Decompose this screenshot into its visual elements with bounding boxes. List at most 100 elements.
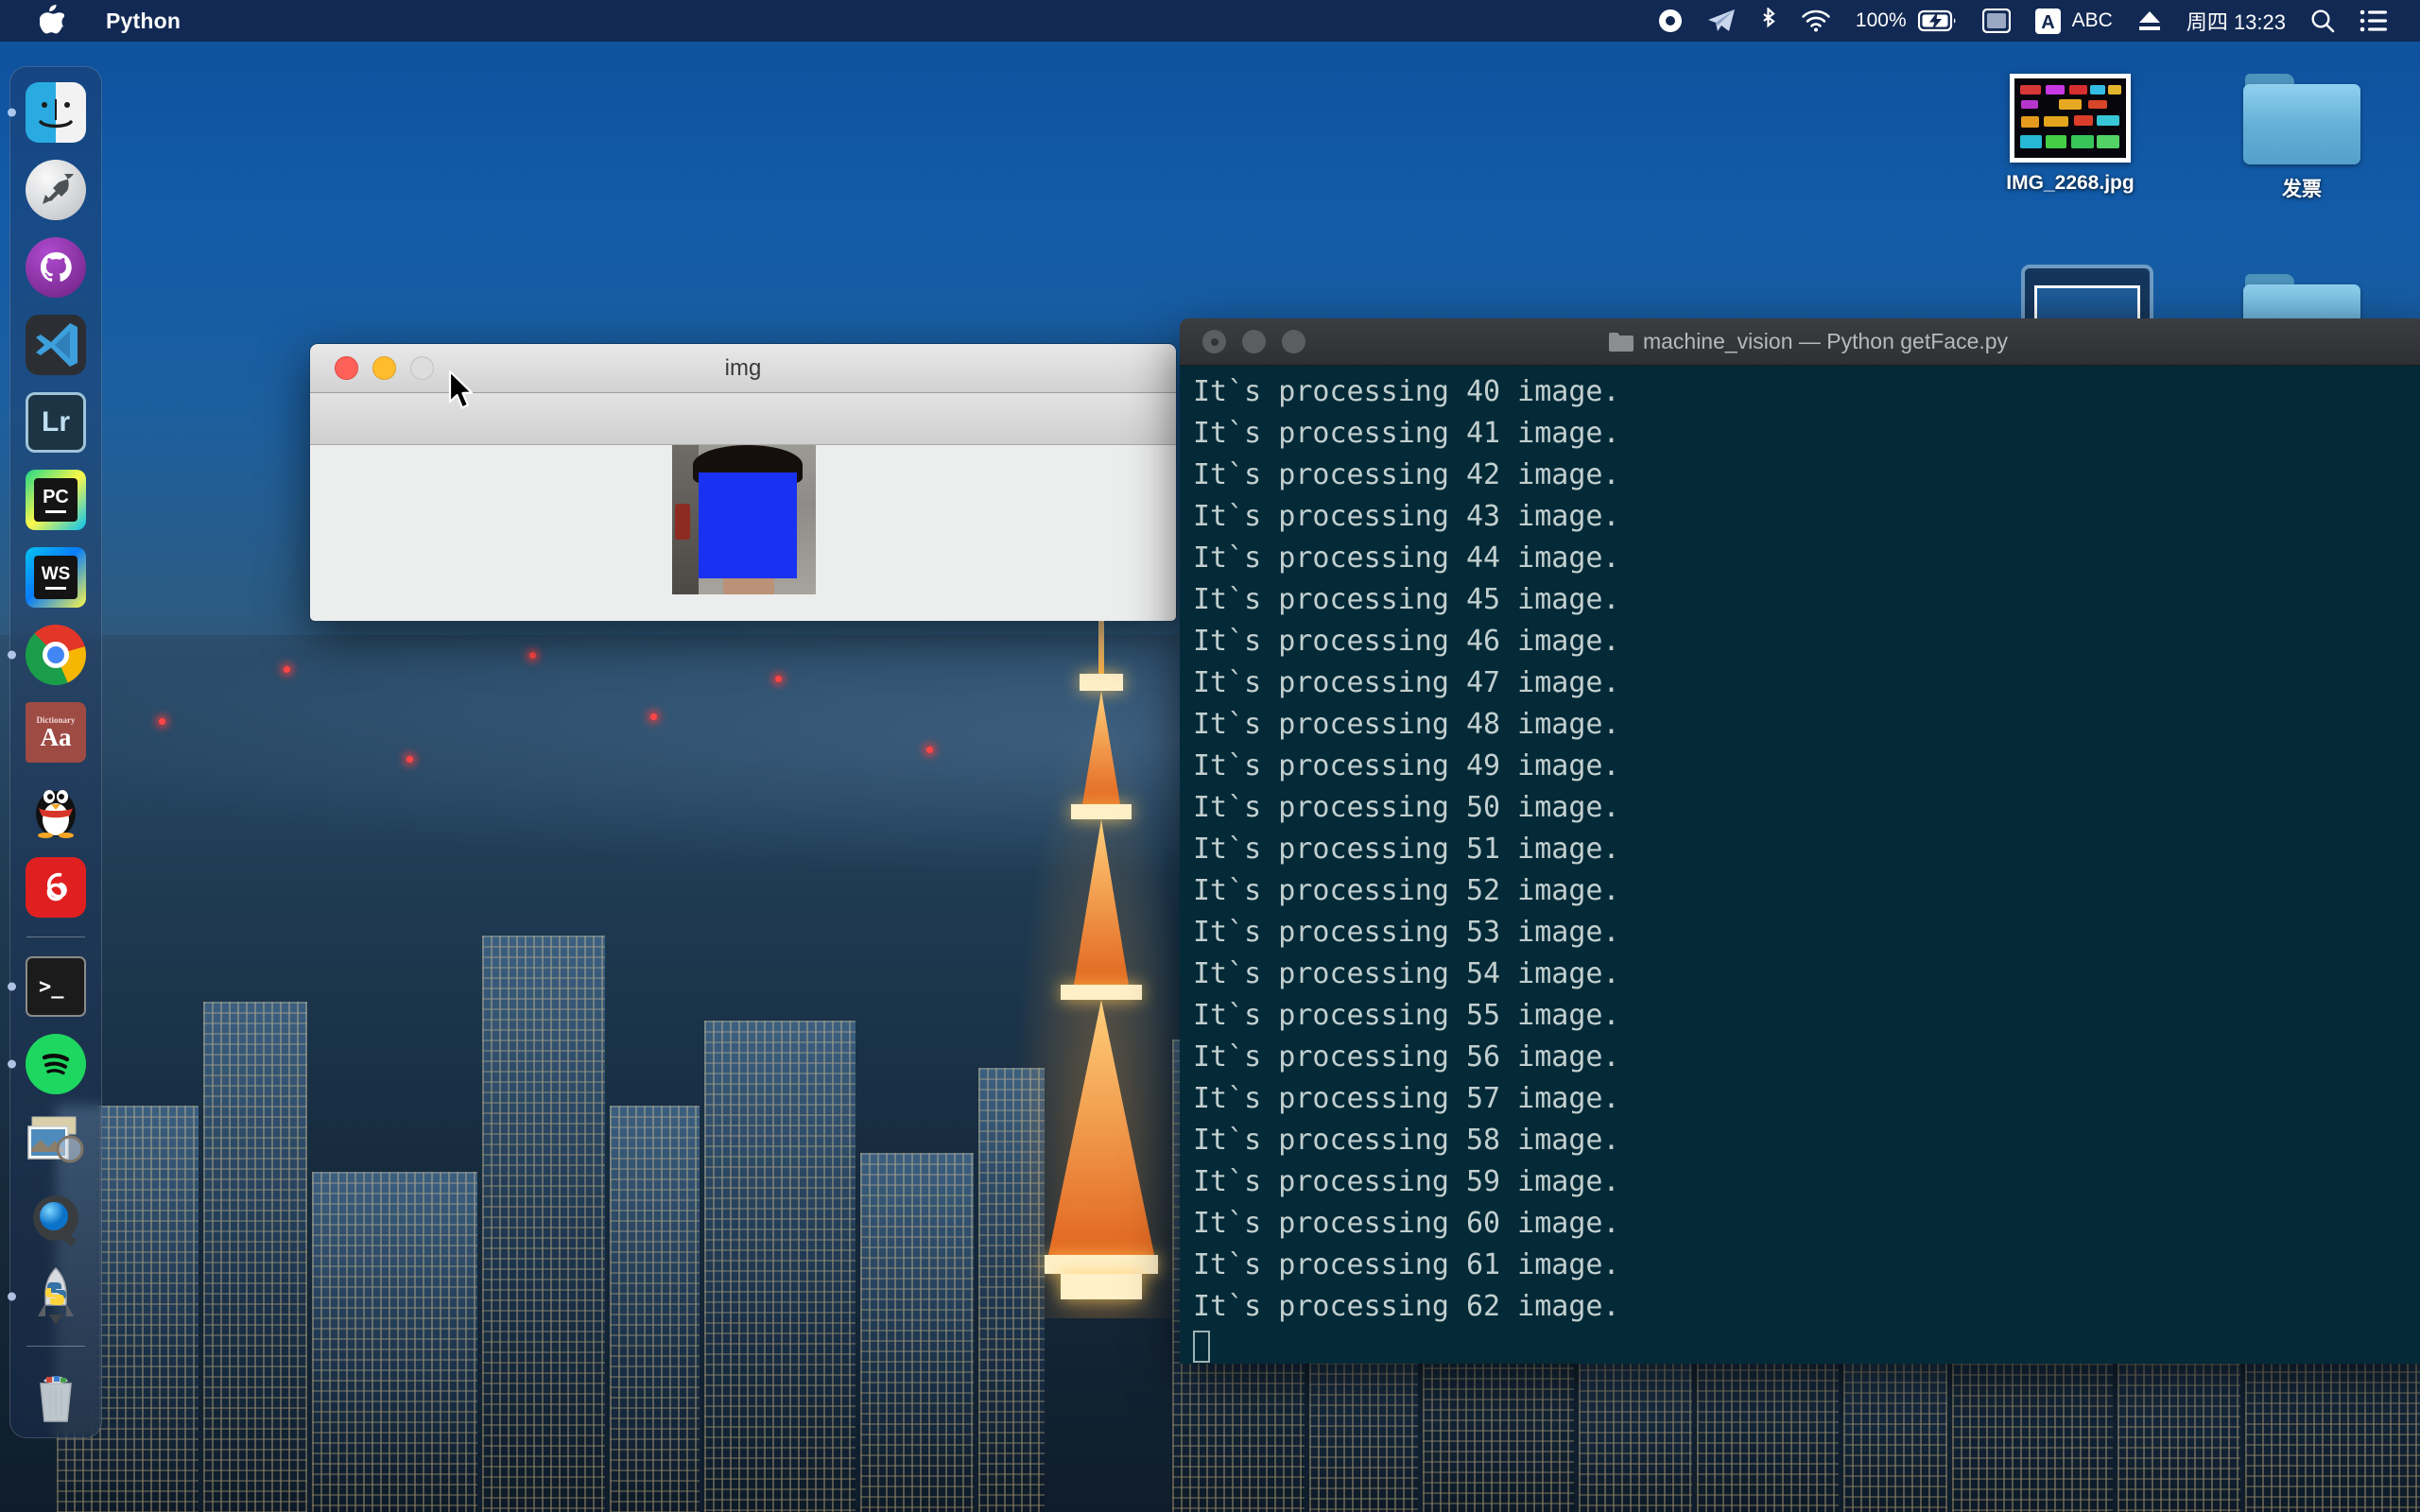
trash-icon bbox=[26, 1366, 86, 1426]
search-icon[interactable] bbox=[2310, 0, 2335, 42]
menu-bar: Python 100% A ABC 周四 13:23 bbox=[0, 0, 2420, 42]
dictionary-icon: Dictionary Aa bbox=[26, 702, 86, 763]
launchpad-icon bbox=[26, 160, 86, 220]
terminal-line: It`s processing 49 image. bbox=[1193, 749, 1620, 782]
dock-item-trash[interactable] bbox=[24, 1364, 88, 1428]
dock-item-launchpad[interactable] bbox=[24, 158, 88, 222]
menu-status-items: 100% A ABC 周四 13:23 bbox=[1658, 0, 2420, 42]
terminal-window-title: machine_vision — Python getFace.py bbox=[1180, 329, 2420, 354]
telegram-icon[interactable] bbox=[1707, 0, 1736, 42]
bluetooth-icon[interactable] bbox=[1760, 0, 1776, 42]
terminal-line: It`s processing 44 image. bbox=[1193, 541, 1620, 575]
terminal-line: It`s processing 50 image. bbox=[1193, 791, 1620, 824]
vscode-icon bbox=[26, 315, 86, 375]
dock-item-lightroom[interactable]: Lr bbox=[24, 390, 88, 455]
img-window[interactable]: img bbox=[309, 343, 1177, 622]
spotify-icon bbox=[26, 1034, 86, 1094]
desktop-icon-fapiao[interactable]: 发票 bbox=[2217, 74, 2387, 203]
dock-item-preview[interactable] bbox=[24, 1109, 88, 1174]
terminal-window[interactable]: machine_vision — Python getFace.py It`s … bbox=[1180, 318, 2420, 1364]
terminal-line: It`s processing 48 image. bbox=[1193, 708, 1620, 741]
desktop-icon-img-2268[interactable]: IMG_2268.jpg bbox=[1985, 74, 2155, 196]
dock-item-google-chrome[interactable] bbox=[8, 623, 88, 687]
eject-icon[interactable] bbox=[2137, 0, 2162, 42]
terminal-line: It`s processing 62 image. bbox=[1193, 1290, 1620, 1323]
terminal-line: It`s processing 53 image. bbox=[1193, 916, 1620, 949]
img-window-toolbar bbox=[310, 393, 1176, 445]
terminal-line: It`s processing 54 image. bbox=[1193, 957, 1620, 990]
terminal-line: It`s processing 41 image. bbox=[1193, 417, 1620, 450]
dock-item-python-launcher[interactable] bbox=[8, 1264, 88, 1329]
terminal-line: It`s processing 47 image. bbox=[1193, 666, 1620, 699]
quicktime-icon bbox=[26, 1189, 86, 1249]
dock-separator bbox=[26, 936, 85, 937]
input-method-label[interactable]: ABC bbox=[2072, 0, 2113, 42]
terminal-title-text: machine_vision — Python getFace.py bbox=[1642, 329, 2009, 353]
lightroom-icon: Lr bbox=[26, 392, 86, 453]
control-center-icon[interactable] bbox=[2360, 0, 2388, 42]
qq-penguin-icon bbox=[26, 780, 86, 840]
python-rocket-icon bbox=[26, 1266, 86, 1327]
svg-text:A: A bbox=[2041, 12, 2054, 33]
terminal-icon: >_ bbox=[26, 956, 86, 1017]
folder-icon bbox=[2243, 74, 2360, 164]
terminal-line: It`s processing 52 image. bbox=[1193, 874, 1620, 907]
desktop-icon-label: 发票 bbox=[2282, 179, 2322, 200]
finder-icon bbox=[26, 82, 86, 143]
dock-item-pycharm[interactable]: PC bbox=[24, 468, 88, 532]
terminal-titlebar[interactable]: machine_vision — Python getFace.py bbox=[1180, 318, 2420, 366]
dock-item-webstorm[interactable]: WS bbox=[24, 545, 88, 610]
mouse-cursor bbox=[448, 369, 476, 410]
terminal-line: It`s processing 42 image. bbox=[1193, 458, 1620, 491]
tokyo-tower bbox=[1002, 619, 1201, 1318]
terminal-line: It`s processing 46 image. bbox=[1193, 625, 1620, 658]
dock: Lr PC WS Dictionary Aa >_ bbox=[8, 66, 102, 1438]
wifi-icon[interactable] bbox=[1801, 0, 1831, 42]
dock-item-visual-studio-code[interactable] bbox=[24, 313, 88, 377]
dock-item-netease-music[interactable] bbox=[24, 855, 88, 919]
img-window-titlebar[interactable]: img bbox=[310, 344, 1176, 393]
folder-icon bbox=[1608, 332, 1634, 352]
battery-percent: 100% bbox=[1855, 9, 1907, 31]
img-window-canvas[interactable] bbox=[310, 445, 1176, 621]
terminal-line: It`s processing 40 image. bbox=[1193, 375, 1620, 408]
terminal-line: It`s processing 60 image. bbox=[1193, 1207, 1620, 1240]
github-icon bbox=[26, 237, 86, 298]
dock-item-dictionary[interactable]: Dictionary Aa bbox=[24, 700, 88, 765]
dock-item-qq[interactable] bbox=[24, 778, 88, 842]
img-2268-thumbnail bbox=[2010, 74, 2131, 163]
dock-item-finder[interactable] bbox=[8, 80, 88, 145]
svg-text:>_: >_ bbox=[39, 975, 64, 999]
dock-item-github-desktop[interactable] bbox=[24, 235, 88, 300]
terminal-line: It`s processing 43 image. bbox=[1193, 500, 1620, 533]
webstorm-icon: WS bbox=[26, 547, 86, 608]
terminal-output[interactable]: It`s processing 40 image. It`s processing… bbox=[1180, 366, 2420, 1364]
terminal-line: It`s processing 45 image. bbox=[1193, 583, 1620, 616]
preview-icon bbox=[26, 1111, 86, 1172]
menu-app-name[interactable]: Python bbox=[106, 9, 181, 34]
desktop-icon-label: IMG_2268.jpg bbox=[2006, 172, 2135, 194]
detected-face-photo bbox=[672, 445, 816, 594]
terminal-line: It`s processing 57 image. bbox=[1193, 1082, 1620, 1115]
img-window-title: img bbox=[724, 354, 762, 381]
pycharm-icon: PC bbox=[26, 470, 86, 530]
apple-menu-icon[interactable] bbox=[39, 4, 66, 38]
record-icon[interactable] bbox=[1658, 0, 1683, 42]
input-method-badge[interactable]: A bbox=[2034, 0, 2061, 42]
battery-charging-icon[interactable] bbox=[1917, 0, 1958, 42]
dock-separator-2 bbox=[26, 1346, 85, 1347]
dock-item-spotify[interactable] bbox=[8, 1032, 88, 1096]
dock-item-quicktime-player[interactable] bbox=[24, 1187, 88, 1251]
terminal-cursor bbox=[1193, 1328, 2420, 1364]
dock-item-terminal[interactable]: >_ bbox=[8, 954, 88, 1019]
terminal-line: It`s processing 56 image. bbox=[1193, 1040, 1620, 1074]
netease-music-icon bbox=[26, 857, 86, 918]
terminal-line: It`s processing 51 image. bbox=[1193, 833, 1620, 866]
face-detection-box bbox=[699, 472, 797, 578]
terminal-line: It`s processing 55 image. bbox=[1193, 999, 1620, 1032]
terminal-line: It`s processing 59 image. bbox=[1193, 1165, 1620, 1198]
chrome-icon bbox=[26, 625, 86, 685]
terminal-line: It`s processing 61 image. bbox=[1193, 1248, 1620, 1281]
menubar-clock[interactable]: 周四 13:23 bbox=[2187, 0, 2286, 42]
display-icon[interactable] bbox=[1981, 0, 2011, 42]
